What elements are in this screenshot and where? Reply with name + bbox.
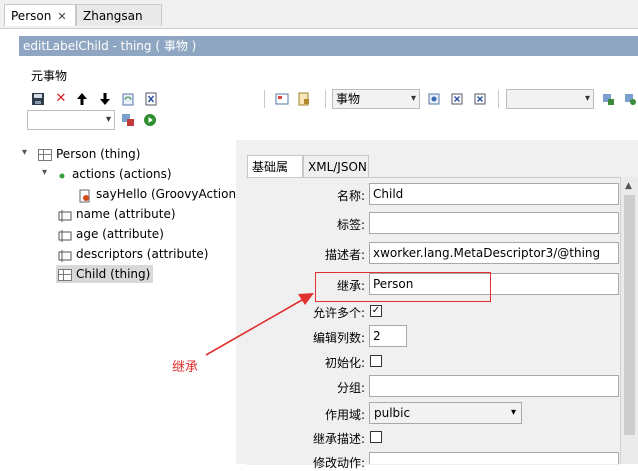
annotation-arrow (205, 293, 314, 356)
annotation-label: 继承 (172, 360, 199, 375)
